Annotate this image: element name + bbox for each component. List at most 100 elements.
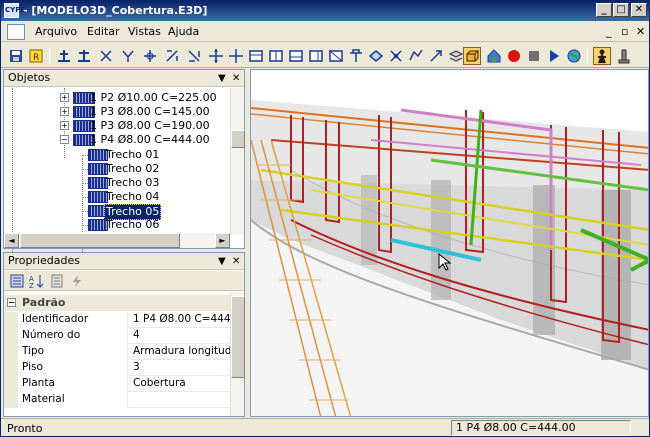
close-icon[interactable]: ✕: [232, 254, 240, 270]
objects-panel-title: Objetos: [8, 71, 51, 84]
doc-restore-button[interactable]: ▫: [621, 25, 628, 38]
close-icon[interactable]: ✕: [232, 71, 240, 87]
categorized-icon[interactable]: [8, 272, 26, 290]
collapse-icon[interactable]: −: [7, 298, 16, 307]
solid-view-icon[interactable]: [463, 47, 481, 65]
horizontal-scrollbar[interactable]: ◄ ►: [4, 233, 230, 248]
chevron-down-icon[interactable]: ▼: [218, 254, 226, 270]
zoom-extents-icon[interactable]: [227, 47, 245, 65]
expand-icon[interactable]: +: [60, 107, 69, 116]
menu-editar[interactable]: Editar: [87, 25, 120, 38]
home-view-icon[interactable]: [485, 47, 503, 65]
stop-icon[interactable]: [525, 47, 543, 65]
doc-minimize-button[interactable]: _: [606, 25, 612, 38]
property-row[interactable]: Identificador 1 P4 Ø8.00 C=444.00: [4, 312, 230, 328]
window-title: - [MODELO3D_Cobertura.E3D]: [23, 4, 208, 17]
view-iso3-icon[interactable]: [387, 47, 405, 65]
sort-alphabetical-icon[interactable]: AZ: [28, 272, 46, 290]
view-top-icon[interactable]: [247, 47, 265, 65]
tree-item-label: Trecho 04: [106, 190, 160, 203]
property-row[interactable]: Planta Cobertura: [4, 376, 230, 392]
axis-x-icon[interactable]: [97, 47, 115, 65]
view-right-icon[interactable]: [307, 47, 325, 65]
tree-item[interactable]: − 1 P4 Ø8.00 C=444.00: [54, 133, 232, 147]
app-icon: CYPE: [4, 3, 25, 18]
view-front-icon[interactable]: [75, 47, 93, 65]
view-iso4-icon[interactable]: [407, 47, 425, 65]
status-bar: Pronto 1 P4 Ø8.00 C=444.00: [1, 418, 649, 437]
expand-icon[interactable]: +: [60, 121, 69, 130]
vertical-scrollbar[interactable]: [230, 292, 245, 416]
save-icon[interactable]: [7, 47, 25, 65]
rotate-xz-icon[interactable]: [163, 47, 181, 65]
view-iso2-icon[interactable]: [367, 47, 385, 65]
property-row[interactable]: Número do elemento 4: [4, 328, 230, 356]
play-icon[interactable]: [545, 47, 563, 65]
view-left-icon[interactable]: [287, 47, 305, 65]
vertical-scrollbar[interactable]: [230, 88, 245, 235]
document-icon[interactable]: [7, 24, 25, 40]
property-category[interactable]: − Padrão: [4, 295, 230, 311]
tree-item[interactable]: Trecho 03: [82, 176, 232, 190]
expand-icon[interactable]: +: [60, 93, 69, 102]
property-value[interactable]: Cobertura: [130, 376, 230, 392]
tree-item[interactable]: + 1 P3 Ø8.00 C=190.00: [54, 119, 232, 133]
tree-item[interactable]: Trecho 04: [82, 190, 232, 204]
view-bottom-icon[interactable]: [267, 47, 285, 65]
view-back-icon[interactable]: [327, 47, 345, 65]
scroll-left-icon[interactable]: ◄: [4, 233, 19, 248]
property-grid: − Padrão Identificador 1 P4 Ø8.00 C=444.…: [4, 292, 230, 412]
scrollbar-thumb[interactable]: [231, 130, 245, 148]
events-icon[interactable]: [68, 272, 86, 290]
view-elevation-icon[interactable]: [55, 47, 73, 65]
rotate-xy-icon[interactable]: [141, 47, 159, 65]
globe-icon[interactable]: [565, 47, 583, 65]
doc-close-button[interactable]: ✕: [636, 25, 645, 38]
chevron-down-icon[interactable]: ▼: [218, 71, 226, 87]
category-label: Padrão: [22, 296, 66, 309]
report-icon[interactable]: R: [27, 47, 45, 65]
move-icon[interactable]: [207, 47, 225, 65]
column: [601, 190, 631, 360]
property-value[interactable]: Armadura longitudina...: [130, 344, 230, 360]
property-row[interactable]: Tipo Armadura longitudina...: [4, 344, 230, 360]
collapse-icon[interactable]: −: [60, 135, 69, 144]
person-walk-icon[interactable]: [593, 47, 611, 65]
3d-model-render[interactable]: [251, 70, 649, 417]
menu-ajuda[interactable]: Ajuda: [168, 25, 199, 38]
tree-item[interactable]: + 1 P3 Ø8.00 C=145.00: [54, 105, 232, 119]
property-value[interactable]: 4: [130, 328, 230, 344]
property-value[interactable]: 1 P4 Ø8.00 C=444.00: [130, 312, 230, 328]
property-row[interactable]: Material: [4, 392, 230, 408]
menu-vistas[interactable]: Vistas: [128, 25, 161, 38]
tree-item[interactable]: Trecho 06: [82, 218, 232, 232]
view-iso5-icon[interactable]: [427, 47, 445, 65]
menu-bar: Arquivo Editar Vistas Ajuda _ ▫ ✕: [1, 22, 649, 42]
rebar-segment-icon: [88, 177, 108, 189]
scrollbar-thumb[interactable]: [20, 233, 180, 248]
tree-item[interactable]: Trecho 02: [82, 162, 232, 176]
scroll-right-icon[interactable]: ►: [215, 233, 230, 248]
rebar-segment-icon: [88, 149, 108, 161]
minimize-button[interactable]: _: [596, 3, 612, 17]
menu-arquivo[interactable]: Arquivo: [35, 25, 77, 38]
property-value[interactable]: [130, 392, 230, 408]
scrollbar-thumb[interactable]: [231, 296, 245, 378]
view-iso-icon[interactable]: [347, 47, 365, 65]
property-value[interactable]: 3: [130, 360, 230, 376]
axis-y-icon[interactable]: [119, 47, 137, 65]
close-button[interactable]: ✕: [631, 3, 647, 17]
property-key: Tipo: [4, 344, 128, 360]
tree-item-label: 1 P4 Ø8.00 C=444.00: [90, 133, 210, 146]
property-row[interactable]: Piso 3: [4, 360, 230, 376]
property-pages-icon[interactable]: [48, 272, 66, 290]
tree-item[interactable]: Trecho 01: [82, 148, 232, 162]
maximize-button[interactable]: □: [613, 3, 629, 17]
toolbar-separator: [587, 48, 588, 64]
tower-icon[interactable]: [615, 47, 633, 65]
record-icon[interactable]: [505, 47, 523, 65]
tree-item-selected[interactable]: Trecho 05: [82, 204, 232, 220]
rotate-yz-icon[interactable]: [185, 47, 203, 65]
tree-item[interactable]: + 1 P2 Ø10.00 C=225.00: [54, 91, 232, 105]
3d-viewport[interactable]: [250, 69, 649, 417]
